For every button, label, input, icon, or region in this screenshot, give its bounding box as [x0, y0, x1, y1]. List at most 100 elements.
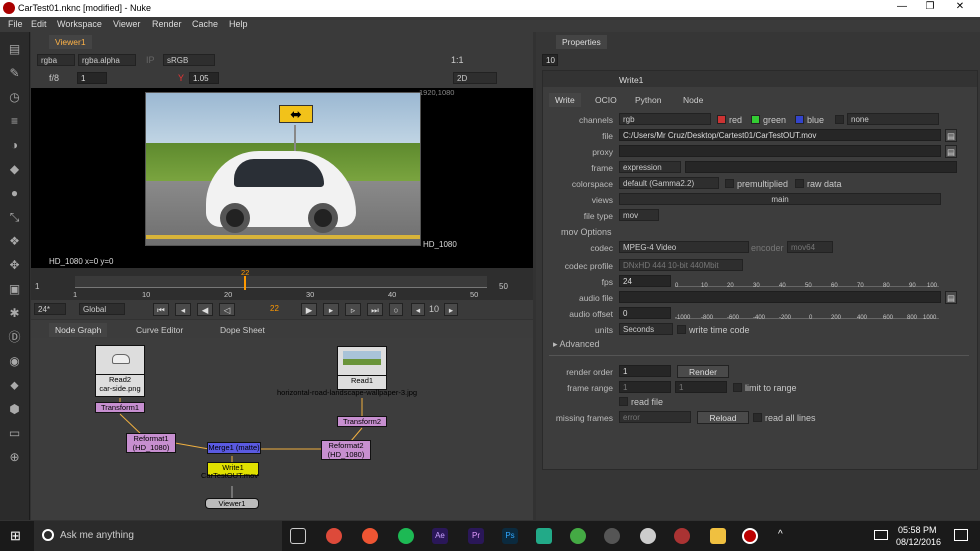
first-frame-button[interactable]: ⏮ [153, 303, 169, 316]
node-name[interactable]: Write1 [619, 75, 643, 85]
blue-checkbox[interactable] [795, 115, 804, 124]
app-circle-icon[interactable] [640, 528, 656, 544]
frame-step-input[interactable]: 1 [77, 72, 107, 84]
limit-range-checkbox[interactable] [733, 383, 742, 392]
furnace-icon[interactable]: ⊕ [7, 450, 22, 465]
missing-frames-select[interactable]: error [619, 411, 691, 423]
cortana-search[interactable]: Ask me anything [34, 521, 282, 551]
write-timecode-checkbox[interactable] [677, 325, 686, 334]
after-effects-icon[interactable]: Ae [432, 528, 448, 544]
minimize-button[interactable]: — [888, 1, 916, 15]
tab-properties[interactable]: Properties [556, 35, 607, 49]
frame-select[interactable]: expression [619, 161, 681, 173]
tab-dope-sheet[interactable]: Dope Sheet [214, 323, 271, 337]
color-icon[interactable]: ◑ [7, 138, 22, 153]
node-viewer1[interactable]: Viewer1 [205, 498, 259, 509]
views-icon[interactable]: ◉ [7, 354, 22, 369]
metadata-icon[interactable]: ⬥ [7, 378, 22, 393]
file-explorer-icon[interactable] [710, 528, 726, 544]
filter-icon[interactable]: ◆ [7, 162, 22, 177]
file-input[interactable]: C:/Users/Mr Cruz/Desktop/Cartest01/CarTe… [619, 129, 941, 141]
move-icon[interactable]: ✥ [7, 258, 22, 273]
raw-data-checkbox[interactable] [795, 179, 804, 188]
colorspace-select[interactable]: default (Gamma2.2) [619, 177, 719, 189]
node-read2[interactable]: Read2 car-side.png [95, 375, 145, 397]
deep-icon[interactable]: Ⓓ [7, 330, 22, 345]
skip-back-button[interactable]: ◂ [411, 303, 425, 316]
maximize-button[interactable]: ❐ [916, 1, 944, 15]
tab-node-graph[interactable]: Node Graph [49, 323, 108, 337]
units-select[interactable]: Seconds [619, 323, 673, 335]
tab-curve-editor[interactable]: Curve Editor [130, 323, 189, 337]
read1-thumbnail[interactable] [337, 346, 387, 376]
read2-thumbnail[interactable] [95, 345, 145, 375]
codec-profile-select[interactable]: DNxHD 444 10-bit 440Mbit [619, 259, 743, 271]
green-checkbox[interactable] [751, 115, 760, 124]
notifications-icon[interactable] [954, 529, 968, 541]
proxy-input[interactable] [619, 145, 941, 157]
close-button[interactable]: ✕ [946, 1, 974, 15]
frame-input[interactable]: 22 [267, 303, 291, 315]
next-key-button[interactable]: ▹ [345, 303, 361, 316]
3d-icon[interactable]: ▣ [7, 282, 22, 297]
app-icon[interactable] [536, 528, 552, 544]
loop-button[interactable]: ○ [389, 303, 403, 316]
nuke-taskbar-icon[interactable] [742, 528, 758, 544]
viewer-colorspace-dropdown[interactable]: sRGB [163, 54, 215, 66]
advanced-toggle[interactable]: ▸ Advanced [553, 339, 600, 350]
draw-icon[interactable]: ✎ [7, 66, 22, 81]
other-icon[interactable]: ▭ [7, 426, 22, 441]
clock-time[interactable]: 05:58 PM [898, 525, 937, 535]
play-backward-button[interactable]: ◁ [219, 303, 235, 316]
view-mode-dropdown[interactable]: 2D [453, 72, 497, 84]
media-player-icon[interactable] [604, 528, 620, 544]
fps-input[interactable]: 24 [619, 275, 671, 287]
itunes-icon[interactable] [362, 528, 378, 544]
gamma-input[interactable]: 1.05 [189, 72, 219, 84]
node-merge1[interactable]: Merge1 (matte) [207, 442, 261, 454]
menu-cache[interactable]: Cache [192, 19, 218, 29]
channels-dropdown[interactable]: rgba [37, 54, 75, 66]
menu-help[interactable]: Help [229, 19, 248, 29]
views-select[interactable]: main [619, 193, 941, 205]
next-frame-button[interactable]: ▸ [323, 303, 339, 316]
render-button[interactable]: Render [677, 365, 729, 378]
increment-value[interactable]: 10 [429, 304, 439, 314]
davinci-icon[interactable] [674, 528, 690, 544]
range-mode-dropdown[interactable]: Global [79, 303, 125, 315]
max-panels-input[interactable]: 10 [542, 54, 558, 66]
alpha-checkbox[interactable] [835, 115, 844, 124]
prev-key-button[interactable]: ◂ [175, 303, 191, 316]
windows-start-icon[interactable]: ⊞ [10, 528, 26, 544]
reload-button[interactable]: Reload [697, 411, 749, 424]
menu-workspace[interactable]: Workspace [57, 19, 102, 29]
codec-select[interactable]: MPEG-4 Video [619, 241, 749, 253]
audio-browse-icon[interactable]: ▤ [945, 291, 957, 304]
frame-range-start[interactable]: 1 [619, 381, 671, 393]
chrome-icon[interactable] [326, 528, 342, 544]
frame-range-end[interactable]: 1 [675, 381, 727, 393]
render-order-input[interactable]: 1 [619, 365, 671, 377]
merge-icon[interactable]: ⤡ [7, 210, 22, 225]
audio-offset-slider[interactable]: -1000 -800 -600 -400 -200 0 200 400 600 … [675, 309, 939, 321]
fps-dropdown[interactable]: 24* [34, 303, 66, 315]
subtab-python[interactable]: Python [629, 93, 667, 107]
timeline-ruler[interactable] [75, 276, 487, 288]
node-reformat1[interactable]: Reformat1 (HD_1080) [126, 433, 176, 453]
utorrent-icon[interactable] [570, 528, 586, 544]
read-all-lines-checkbox[interactable] [753, 413, 762, 422]
proxy-browse-icon[interactable]: ▤ [945, 145, 957, 158]
prev-frame-button[interactable]: ◀ [197, 303, 213, 316]
play-forward-button[interactable]: ▶ [301, 303, 317, 316]
alpha-select[interactable]: none [847, 113, 939, 125]
node-reformat2[interactable]: Reformat2 (HD_1080) [321, 440, 371, 460]
menu-render[interactable]: Render [152, 19, 182, 29]
node-transform2[interactable]: Transform2 [337, 416, 387, 427]
audio-file-input[interactable] [619, 291, 941, 303]
time-icon[interactable]: ◷ [7, 90, 22, 105]
transform-icon[interactable]: ❖ [7, 234, 22, 249]
subtab-write[interactable]: Write [549, 93, 581, 107]
keyboard-icon[interactable] [874, 530, 888, 540]
skip-forward-button[interactable]: ▸ [444, 303, 458, 316]
ip-label[interactable]: IP [146, 55, 155, 65]
